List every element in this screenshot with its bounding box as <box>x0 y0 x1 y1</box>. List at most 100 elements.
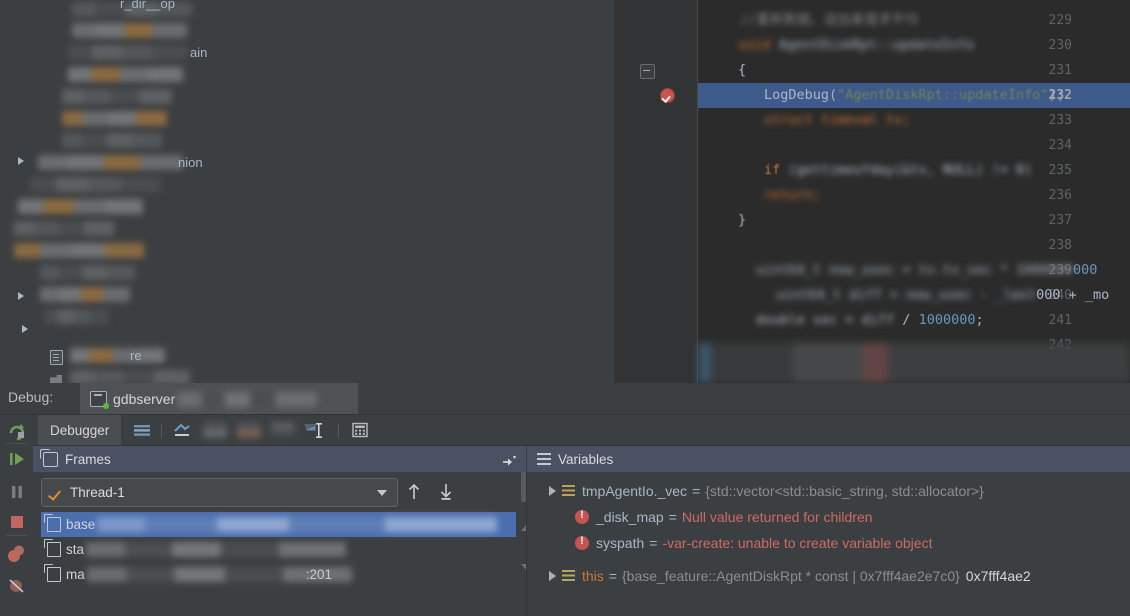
arrow-down-icon <box>440 484 452 500</box>
code-line: double sec = diff / 1000000; <box>756 308 984 333</box>
frame-up-button[interactable] <box>405 482 423 502</box>
code-token: 000 + _mo <box>1036 287 1110 303</box>
chevron-down-icon[interactable] <box>377 490 387 496</box>
frame-label-redacted <box>86 542 347 557</box>
chevron-right-icon[interactable] <box>549 486 556 496</box>
tree-item-redacted[interactable] <box>14 243 144 258</box>
stop-icon <box>11 516 23 528</box>
code-fold-icon[interactable] <box>640 64 655 79</box>
tree-item-redacted[interactable] <box>40 265 135 280</box>
debug-session-icon <box>90 391 109 409</box>
code-token: 1000000 <box>918 312 976 328</box>
code-token: } <box>738 212 747 228</box>
frame-label: base <box>66 517 96 532</box>
variable-row[interactable]: syspath=-var-create: unable to create va… <box>575 530 932 556</box>
line-number: 230 <box>1048 38 1072 53</box>
line-number: 234 <box>1048 138 1072 153</box>
tree-item-redacted[interactable] <box>62 89 172 104</box>
code-token: ); <box>1048 87 1065 103</box>
thread-selector[interactable]: Thread-1 <box>41 478 398 507</box>
redacted-icon <box>237 422 261 438</box>
frame-label: sta <box>66 542 85 557</box>
arrow-up-icon <box>408 483 420 499</box>
code-token-redacted: void <box>738 37 771 53</box>
redacted-button-1[interactable] <box>203 422 229 438</box>
debug-session-tab[interactable]: gdbserver <box>80 383 358 415</box>
restore-layout-button[interactable] <box>173 422 191 438</box>
chevron-right-icon[interactable] <box>549 571 556 581</box>
code-token-redacted: AgentDiskRpt::updateInfo <box>770 37 974 53</box>
code-token: ; <box>975 312 984 328</box>
debug-titlebar: Debug: gdbserver <box>0 383 1130 415</box>
code-token-redacted: double sec = diff <box>756 312 895 328</box>
tree-item-redacted[interactable] <box>62 111 167 126</box>
code-line: void AgentDiskRpt::updateInfo <box>738 33 974 58</box>
redacted-button-2[interactable] <box>237 422 263 438</box>
tree-item-redacted[interactable] <box>44 309 109 324</box>
tree-item-redacted[interactable] <box>38 155 183 170</box>
variable-row[interactable]: tmpAgentIo._vec = {std::vector<std::basic_… <box>549 478 984 504</box>
pause-button[interactable] <box>6 481 28 503</box>
variable-equals: = <box>649 535 658 551</box>
tree-item-redacted[interactable] <box>62 133 162 148</box>
tree-expander[interactable] <box>18 285 28 307</box>
tree-item-redacted[interactable] <box>30 177 160 192</box>
tree-expander[interactable] <box>18 150 28 172</box>
tree-item-redacted[interactable] <box>68 45 188 60</box>
view-breakpoints-button[interactable] <box>6 543 28 565</box>
jump-to-source-button[interactable] <box>503 453 516 466</box>
frame-down-button[interactable] <box>437 482 455 502</box>
editor-area: r_dir__op ain nion re 229//重新数据。追加差值求平均 … <box>0 0 1130 383</box>
frame-row[interactable]: ma:201 <box>41 562 516 587</box>
editor-gutter[interactable] <box>614 0 698 383</box>
variable-row[interactable]: this = {base_feature::AgentDiskRpt * const… <box>549 563 1031 589</box>
toolbar-divider <box>338 423 339 438</box>
frames-header-label: Frames <box>65 451 111 467</box>
breakpoint-icon[interactable] <box>660 88 675 103</box>
chevron-right-icon <box>18 292 24 300</box>
code-editor[interactable]: 229 //重新数据。追加差值求平均 230 void AgentDiskRpt::u… <box>614 0 1130 383</box>
evaluate-expression-button[interactable] <box>303 422 329 438</box>
restore-layout-icon <box>174 423 190 436</box>
tree-item-redacted[interactable] <box>68 67 183 82</box>
redacted-button-3[interactable] <box>271 422 297 438</box>
frame-line-number: :201 <box>305 567 333 582</box>
tree-item-redacted[interactable] <box>40 287 130 302</box>
mute-breakpoints-button[interactable] <box>6 575 28 597</box>
tree-expander[interactable] <box>22 318 32 340</box>
error-icon <box>575 509 589 524</box>
project-tree-panel[interactable]: r_dir__op ain nion re <box>0 0 614 383</box>
code-token-redacted: uint64_t now_usec = tv.tv_sec * 1000000 <box>756 262 1073 278</box>
tree-item-label: re <box>130 348 142 363</box>
frames-panel[interactable]: Thread-1 base sta ma:201 <box>33 472 541 616</box>
variables-panel[interactable]: tmpAgentIo._vec = {std::vector<std::basic_… <box>527 472 1130 616</box>
code-token-redacted: //重新数据。追加差值求平均 <box>740 12 919 28</box>
tree-item-redacted[interactable] <box>14 221 114 236</box>
tree-item-redacted[interactable] <box>18 199 143 214</box>
stop-button[interactable] <box>6 511 28 533</box>
line-number: 236 <box>1048 188 1072 203</box>
layout-settings-button[interactable] <box>133 422 151 438</box>
rerun-icon <box>9 424 25 441</box>
tab-debugger[interactable]: Debugger <box>38 415 122 446</box>
redacted-icon <box>271 422 295 438</box>
gutter-divider <box>697 0 698 383</box>
arrow-jump-icon <box>503 456 516 466</box>
variables-icon <box>537 453 551 465</box>
frame-row[interactable]: sta <box>41 537 516 562</box>
frame-row[interactable]: base <box>41 512 516 537</box>
code-token: if <box>764 162 781 178</box>
variable-row[interactable]: _disk_map=Null value returned for childr… <box>575 504 873 530</box>
rerun-button[interactable] <box>6 420 28 442</box>
resume-button[interactable] <box>6 448 28 470</box>
tree-item-redacted[interactable] <box>72 23 187 38</box>
tree-item-redacted[interactable] <box>70 370 190 383</box>
memory-view-button[interactable] <box>351 422 369 438</box>
tree-item-file[interactable] <box>50 346 67 368</box>
code-token: / <box>894 312 919 328</box>
tree-item-redacted[interactable] <box>70 348 165 363</box>
variable-value: {base_feature::AgentDiskRpt * const | 0x… <box>621 568 960 584</box>
chevron-right-icon <box>18 157 24 165</box>
variable-equals: = <box>608 568 617 584</box>
tree-item-file[interactable] <box>50 370 66 383</box>
